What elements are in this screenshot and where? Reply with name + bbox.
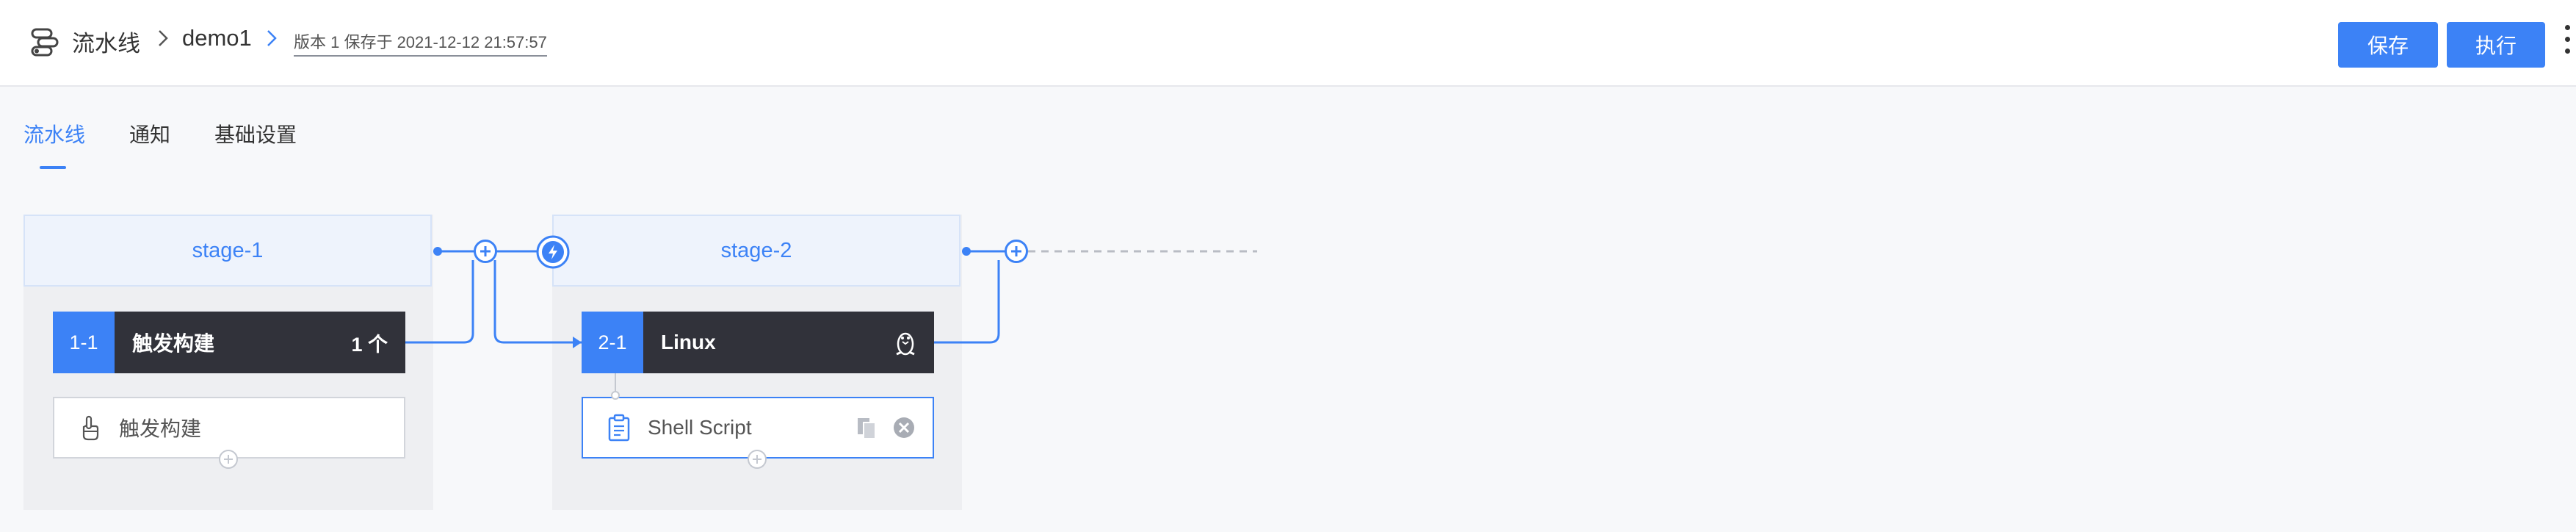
hand-pointer-icon	[82, 415, 99, 441]
add-stage-button[interactable]	[474, 240, 497, 263]
task-label: 触发构建	[119, 417, 202, 440]
breadcrumb-pipeline-name[interactable]: demo1	[182, 25, 252, 51]
tab-basic-settings[interactable]: 基础设置	[214, 119, 297, 148]
save-button[interactable]: 保存	[2338, 22, 2438, 68]
chevron-right-icon[interactable]	[261, 28, 282, 48]
copy-icon[interactable]	[855, 415, 880, 440]
add-stage-button[interactable]	[1005, 240, 1028, 263]
job-id: 2-1	[582, 312, 643, 373]
more-menu-icon[interactable]	[2564, 25, 2572, 65]
run-button[interactable]: 执行	[2447, 22, 2545, 68]
job-header[interactable]: 1-1 触发构建 1 个	[53, 312, 405, 373]
job-count: 1 个	[351, 333, 388, 356]
linux-penguin-icon	[896, 332, 915, 356]
clipboard-icon	[608, 414, 630, 442]
add-task-button[interactable]	[219, 450, 238, 469]
tab-pipeline[interactable]: 流水线	[23, 119, 85, 148]
breadcrumb-pipeline[interactable]: 流水线	[72, 25, 140, 58]
active-tab-indicator	[40, 166, 66, 169]
task-label: Shell Script	[648, 416, 752, 439]
lightning-trigger-icon[interactable]	[536, 235, 570, 269]
version-info-link[interactable]: 版本 1 保存于 2021-12-12 21:57:57	[294, 29, 547, 57]
delete-icon[interactable]	[891, 415, 916, 440]
chevron-right-icon	[159, 30, 168, 46]
tab-notification[interactable]: 通知	[129, 119, 170, 148]
stage-header[interactable]: stage-2	[552, 215, 960, 287]
stage-header[interactable]: stage-1	[23, 215, 432, 287]
add-task-button[interactable]	[748, 450, 767, 469]
job-id: 1-1	[53, 312, 115, 373]
top-bar: 流水线 demo1 版本 1 保存于 2021-12-12 21:57:57 保…	[0, 0, 2576, 87]
job-title: 触发构建	[132, 332, 215, 355]
job-header[interactable]: 2-1 Linux	[582, 312, 934, 373]
pipeline-logo-icon	[31, 28, 59, 57]
job-title: Linux	[661, 331, 716, 353]
